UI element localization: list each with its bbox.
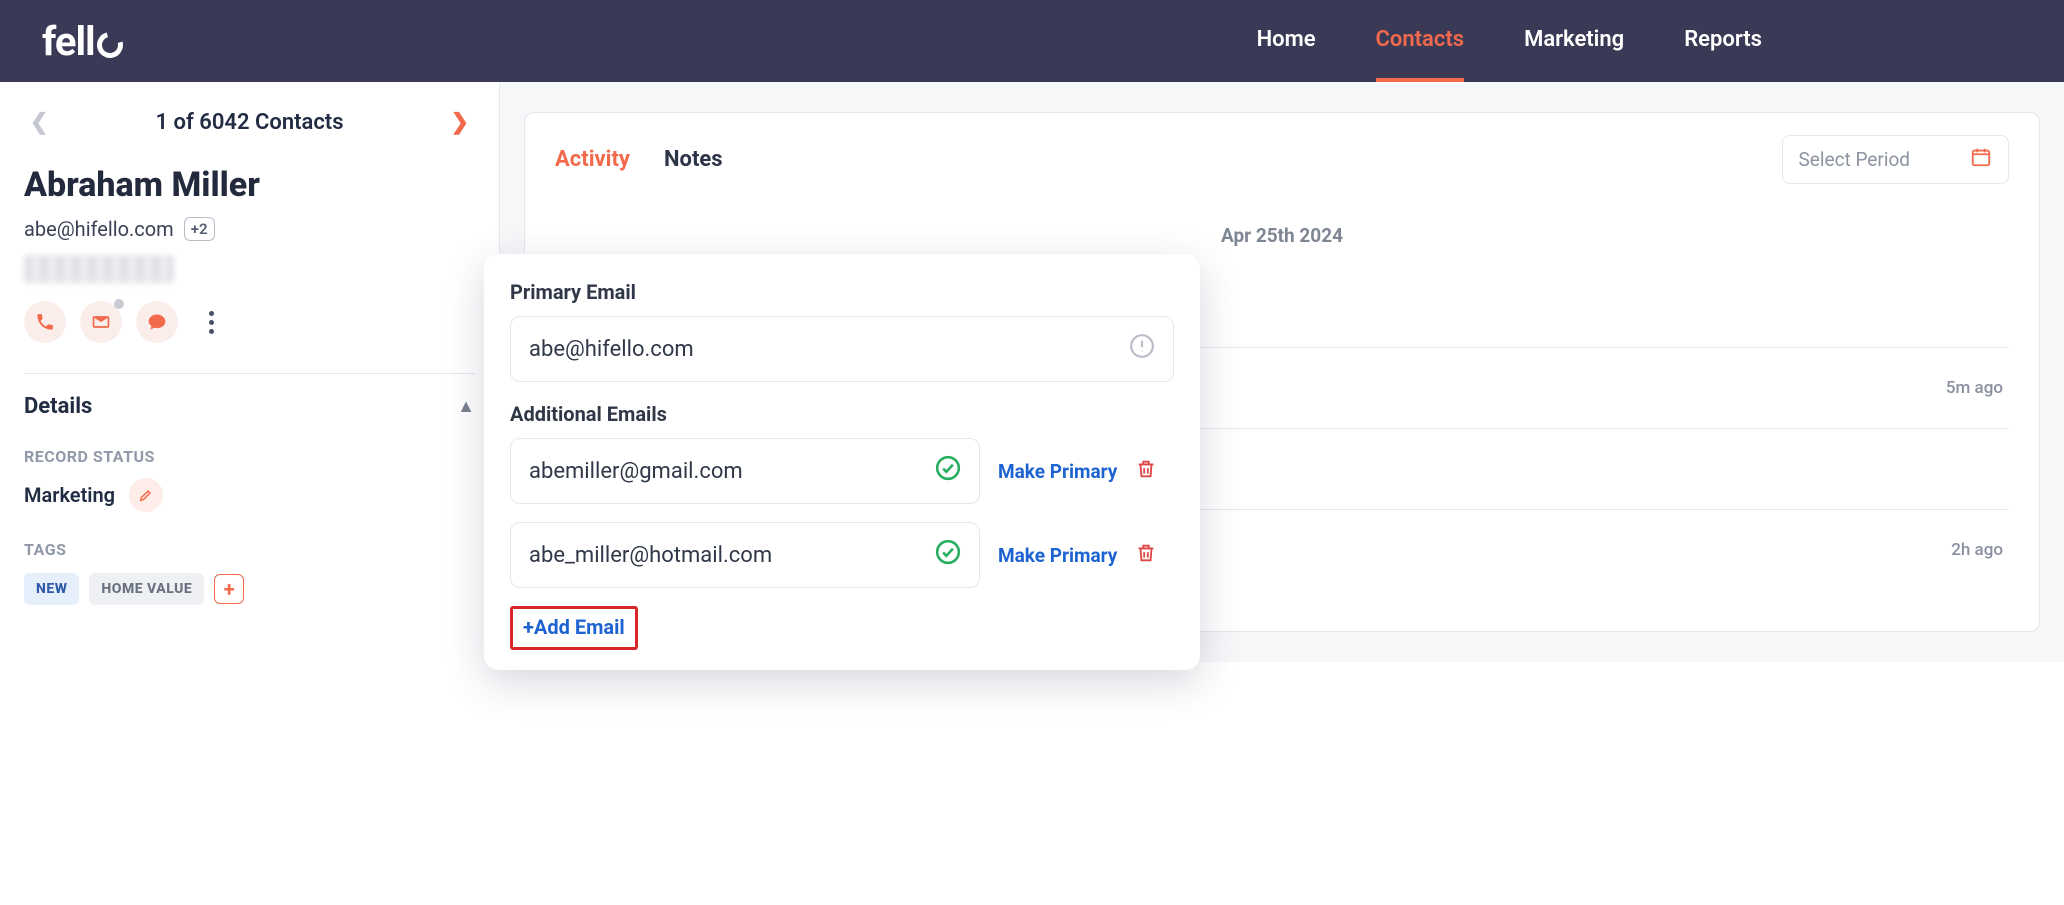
activity-ago: 5m ago xyxy=(1946,378,2003,398)
activity-date: Apr 25th 2024 xyxy=(555,224,2009,247)
tab-notes[interactable]: Notes xyxy=(664,147,723,172)
kebab-dot-icon xyxy=(209,329,214,334)
record-status-value: Marketing xyxy=(24,483,115,507)
trash-icon xyxy=(1135,542,1157,564)
chat-icon xyxy=(147,312,167,332)
additional-email-row: abemiller@gmail.com Make Primary xyxy=(510,438,1174,504)
nav-home[interactable]: Home xyxy=(1257,27,1316,56)
primary-email-label: Primary Email xyxy=(510,280,1174,304)
notification-dot-icon xyxy=(114,299,124,309)
contact-pager: ❮ 1 of 6042 Contacts ❯ xyxy=(24,100,475,159)
call-button[interactable] xyxy=(24,301,66,343)
check-icon xyxy=(935,455,961,487)
delete-email-button[interactable] xyxy=(1135,458,1157,484)
details-title: Details xyxy=(24,394,92,419)
mail-icon xyxy=(91,312,111,332)
nav-contacts[interactable]: Contacts xyxy=(1376,27,1465,56)
tab-activity[interactable]: Activity xyxy=(555,147,630,172)
additional-email-field[interactable]: abemiller@gmail.com xyxy=(510,438,980,504)
more-actions-button[interactable] xyxy=(192,311,230,334)
contact-primary-email-row[interactable]: abe@hifello.com +2 xyxy=(24,217,475,241)
details-header[interactable]: Details ▲ xyxy=(24,394,475,419)
delete-email-button[interactable] xyxy=(1135,542,1157,568)
email-button[interactable] xyxy=(80,301,122,343)
edit-status-button[interactable] xyxy=(129,478,163,512)
make-primary-button[interactable]: Make Primary xyxy=(998,544,1117,567)
warning-icon xyxy=(1129,333,1155,365)
contact-phone-redacted xyxy=(24,255,174,283)
trash-icon xyxy=(1135,458,1157,480)
add-email-button[interactable]: +Add Email xyxy=(510,606,638,650)
add-tag-button[interactable]: + xyxy=(214,574,244,604)
logo[interactable]: fell xyxy=(42,18,123,65)
top-nav: fell Home Contacts Marketing Reports xyxy=(0,0,2064,82)
contact-name: Abraham Miller xyxy=(24,165,475,205)
contact-primary-email: abe@hifello.com xyxy=(24,217,174,241)
email-popover: Primary Email abe@hifello.com Additional… xyxy=(484,254,1200,670)
additional-email-value: abe_miller@hotmail.com xyxy=(529,543,772,568)
chevron-up-icon: ▲ xyxy=(457,396,475,417)
additional-emails-label: Additional Emails xyxy=(510,402,1174,426)
contact-side-panel: ❮ 1 of 6042 Contacts ❯ Abraham Miller ab… xyxy=(0,82,500,662)
calendar-icon xyxy=(1970,146,1992,173)
primary-email-value: abe@hifello.com xyxy=(529,337,694,362)
nav-items: Home Contacts Marketing Reports xyxy=(1257,27,1762,56)
pager-next-icon[interactable]: ❯ xyxy=(451,110,469,135)
contact-actions xyxy=(24,301,475,343)
pencil-icon xyxy=(138,487,154,503)
tags-label: TAGS xyxy=(24,540,475,559)
panel-tabs: Activity Notes xyxy=(555,147,723,172)
nav-reports[interactable]: Reports xyxy=(1684,27,1762,56)
select-period-button[interactable]: Select Period xyxy=(1782,135,2009,184)
tag-home-value[interactable]: HOME VALUE xyxy=(89,573,204,605)
chat-button[interactable] xyxy=(136,301,178,343)
pager-text: 1 of 6042 Contacts xyxy=(155,110,343,135)
logo-text: fell xyxy=(42,18,95,65)
select-period-label: Select Period xyxy=(1799,148,1910,171)
make-primary-button[interactable]: Make Primary xyxy=(998,460,1117,483)
check-icon xyxy=(935,539,961,571)
primary-email-field[interactable]: abe@hifello.com xyxy=(510,316,1174,382)
phone-icon xyxy=(35,312,55,332)
nav-marketing[interactable]: Marketing xyxy=(1524,27,1624,56)
logo-mark xyxy=(92,27,128,63)
tag-new[interactable]: NEW xyxy=(24,573,79,605)
additional-email-row: abe_miller@hotmail.com Make Primary xyxy=(510,522,1174,588)
tags-row: NEW HOME VALUE + xyxy=(24,573,475,605)
record-status-label: RECORD STATUS xyxy=(24,447,475,466)
kebab-dot-icon xyxy=(209,320,214,325)
extra-emails-badge[interactable]: +2 xyxy=(184,217,215,241)
pager-prev-icon[interactable]: ❮ xyxy=(30,110,48,135)
additional-email-value: abemiller@gmail.com xyxy=(529,459,743,484)
activity-ago: 2h ago xyxy=(1951,540,2003,560)
additional-email-field[interactable]: abe_miller@hotmail.com xyxy=(510,522,980,588)
kebab-dot-icon xyxy=(209,311,214,316)
